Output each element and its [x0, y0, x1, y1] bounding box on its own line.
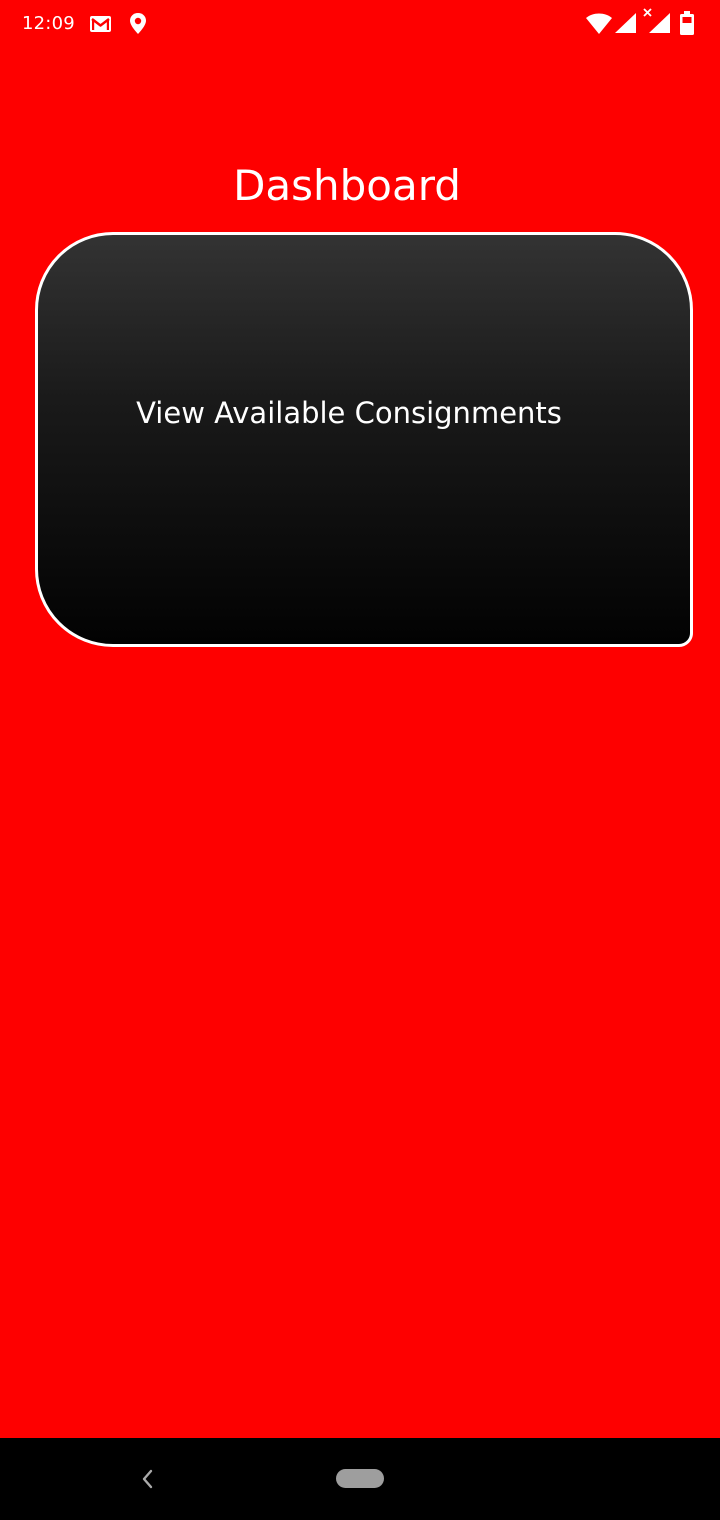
location-icon	[130, 13, 146, 34]
signal-no-data-icon	[643, 8, 670, 33]
view-consignments-label: View Available Consignments	[136, 396, 562, 430]
home-pill[interactable]	[336, 1469, 384, 1488]
status-time: 12:09	[22, 13, 75, 34]
status-bar: 12:09	[0, 0, 720, 48]
navigation-bar	[0, 1438, 720, 1520]
signal-icon	[615, 13, 636, 33]
page-title: Dashboard	[233, 161, 461, 210]
view-consignments-button[interactable]: View Available Consignments	[35, 232, 693, 647]
wifi-icon	[586, 13, 612, 34]
battery-icon	[680, 11, 694, 35]
gmail-icon	[90, 16, 111, 32]
back-icon[interactable]	[132, 1460, 162, 1498]
